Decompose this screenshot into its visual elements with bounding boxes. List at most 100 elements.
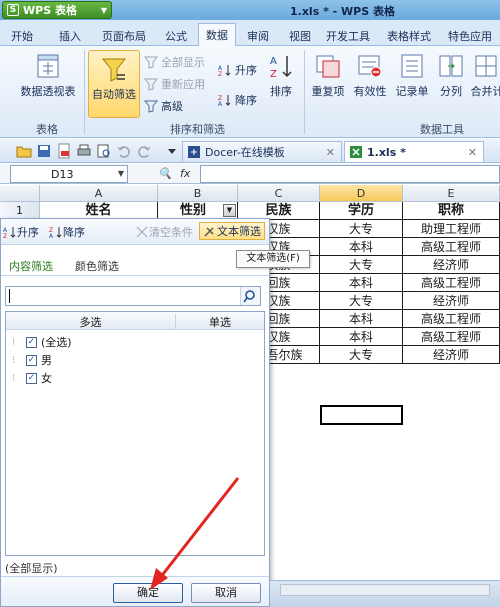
- filter-search-input[interactable]: [5, 286, 261, 306]
- validity-button[interactable]: 有效性: [350, 52, 390, 99]
- table-cell[interactable]: 高级工程师: [403, 274, 500, 292]
- tab-home[interactable]: 开始: [4, 25, 40, 46]
- table-cell[interactable]: 本科: [320, 238, 403, 256]
- table-cell[interactable]: 本科: [320, 310, 403, 328]
- table-cell[interactable]: 大专: [320, 256, 403, 274]
- filter-value-list: 多选 单选 ⁝ ✓ (全选) ⁝ ✓ 男 ⁝ ✓ 女: [5, 311, 265, 556]
- tab-content-filter[interactable]: 内容筛选: [9, 258, 53, 274]
- print-icon[interactable]: [76, 143, 92, 159]
- window-title: 1.xls * - WPS 表格: [290, 5, 395, 18]
- checkbox[interactable]: ✓: [26, 354, 37, 366]
- formula-input[interactable]: [200, 165, 500, 183]
- sort-descending-button[interactable]: ZA 降序: [218, 92, 257, 108]
- autofilter-button[interactable]: 自动筛选: [88, 50, 140, 118]
- tab-view[interactable]: 视图: [282, 25, 318, 46]
- filter-dropdown-icon[interactable]: ▼: [223, 204, 236, 217]
- select-all-corner[interactable]: [0, 185, 40, 202]
- advanced-filter-button[interactable]: 高级: [144, 98, 183, 114]
- group-label-table: 表格: [36, 123, 58, 136]
- svg-text:Z: Z: [270, 69, 277, 80]
- filter-option-female[interactable]: ⁝ ✓ 女: [12, 370, 52, 386]
- funnel-icon: [101, 58, 127, 82]
- multi-select-column[interactable]: 多选: [6, 314, 176, 330]
- sort-ascending-button[interactable]: AZ 升序: [218, 62, 257, 78]
- column-header-a[interactable]: A: [40, 185, 158, 202]
- funnel-refresh-icon: [144, 78, 158, 91]
- pivot-table-button[interactable]: 数据透视表: [18, 52, 78, 99]
- redo-icon[interactable]: [136, 143, 152, 159]
- tab-review[interactable]: 审阅: [240, 25, 276, 46]
- table-cell[interactable]: 高级工程师: [403, 328, 500, 346]
- search-button[interactable]: [240, 287, 260, 305]
- column-header-e[interactable]: E: [403, 185, 500, 202]
- show-all-button[interactable]: 全部显示: [144, 54, 205, 70]
- consolidate-button[interactable]: 合并计: [470, 52, 500, 99]
- tab-special[interactable]: 特色应用: [442, 25, 498, 46]
- table-cell[interactable]: 经济师: [403, 256, 500, 274]
- app-menu-button[interactable]: S WPS 表格 ▼: [2, 1, 112, 19]
- duplicates-button[interactable]: 重复项: [308, 52, 348, 99]
- reapply-button[interactable]: 重新应用: [144, 76, 205, 92]
- checkbox[interactable]: ✓: [26, 336, 37, 348]
- filter-option-male[interactable]: ⁝ ✓ 男: [12, 352, 52, 368]
- table-cell[interactable]: 大专: [320, 220, 403, 238]
- filter-panel: AZ 升序 ZA 降序 清空条件 文本筛选 内容筛选 颜色筛选 多选 单选 ⁝ …: [0, 218, 270, 607]
- validity-icon: [358, 55, 382, 78]
- tab-color-filter[interactable]: 颜色筛选: [75, 258, 119, 274]
- save-icon[interactable]: [36, 143, 52, 159]
- text-filter-button[interactable]: 文本筛选: [199, 222, 265, 240]
- clear-conditions-button[interactable]: 清空条件: [135, 223, 193, 241]
- horizontal-scrollbar[interactable]: [280, 584, 490, 596]
- column-header-d[interactable]: D: [320, 185, 403, 202]
- ok-button[interactable]: 确定: [113, 583, 183, 603]
- records-button[interactable]: 记录单: [392, 52, 432, 99]
- tab-workbook[interactable]: 1.xls * ✕: [344, 141, 484, 162]
- open-folder-icon[interactable]: [16, 143, 32, 159]
- tab-table-style[interactable]: 表格样式: [380, 25, 438, 46]
- tab-developer[interactable]: 开发工具: [320, 25, 376, 46]
- checkbox[interactable]: ✓: [26, 372, 37, 384]
- column-header-b[interactable]: B: [158, 185, 238, 202]
- table-cell[interactable]: 本科: [320, 328, 403, 346]
- header-cell-education[interactable]: 学历: [320, 202, 403, 220]
- tab-formulas[interactable]: 公式: [158, 25, 194, 46]
- table-cell[interactable]: 助理工程师: [403, 220, 500, 238]
- zoom-icon[interactable]: 🔍: [158, 167, 172, 180]
- autofilter-label: 自动筛选: [92, 88, 136, 101]
- selected-cell-d13[interactable]: [320, 405, 403, 425]
- close-icon[interactable]: ✕: [326, 146, 335, 159]
- sort-ascending-icon: AZ: [3, 227, 16, 239]
- sort-button[interactable]: A Z 排序: [264, 52, 298, 99]
- table-cell[interactable]: 大专: [320, 292, 403, 310]
- single-select-column[interactable]: 单选: [176, 314, 264, 330]
- formula-bar: D13 ▼ 🔍 fx: [0, 164, 500, 184]
- header-cell-title[interactable]: 职称: [403, 202, 500, 220]
- filter-sort-ascending-button[interactable]: AZ 升序: [3, 223, 39, 241]
- close-icon[interactable]: ✕: [468, 146, 477, 159]
- table-cell[interactable]: 高级工程师: [403, 238, 500, 256]
- tab-docer-templates[interactable]: Docer-在线模板 ✕: [182, 141, 342, 162]
- table-cell[interactable]: 大专: [320, 346, 403, 364]
- table-cell[interactable]: 经济师: [403, 346, 500, 364]
- print-preview-icon[interactable]: [96, 143, 112, 159]
- chevron-down-icon[interactable]: ▼: [118, 169, 124, 178]
- undo-icon[interactable]: [116, 143, 132, 159]
- name-box[interactable]: D13 ▼: [10, 165, 128, 183]
- split-columns-button[interactable]: 分列: [434, 52, 468, 99]
- filter-option-select-all[interactable]: ⁝ ✓ (全选): [12, 334, 72, 350]
- spreadsheet-icon: [350, 146, 362, 158]
- filter-sort-descending-button[interactable]: ZA 降序: [49, 223, 85, 241]
- table-cell[interactable]: 本科: [320, 274, 403, 292]
- function-icon[interactable]: fx: [180, 167, 190, 180]
- docer-icon: [188, 146, 200, 158]
- tab-insert[interactable]: 插入: [52, 25, 88, 46]
- export-pdf-icon[interactable]: [56, 143, 72, 159]
- search-icon: [243, 290, 255, 303]
- table-cell[interactable]: 经济师: [403, 292, 500, 310]
- tab-data[interactable]: 数据: [198, 23, 236, 47]
- dropdown-icon[interactable]: [164, 143, 180, 159]
- column-header-c[interactable]: C: [238, 185, 320, 202]
- table-cell[interactable]: 高级工程师: [403, 310, 500, 328]
- tab-page-layout[interactable]: 页面布局: [96, 25, 152, 46]
- cancel-button[interactable]: 取消: [191, 583, 261, 603]
